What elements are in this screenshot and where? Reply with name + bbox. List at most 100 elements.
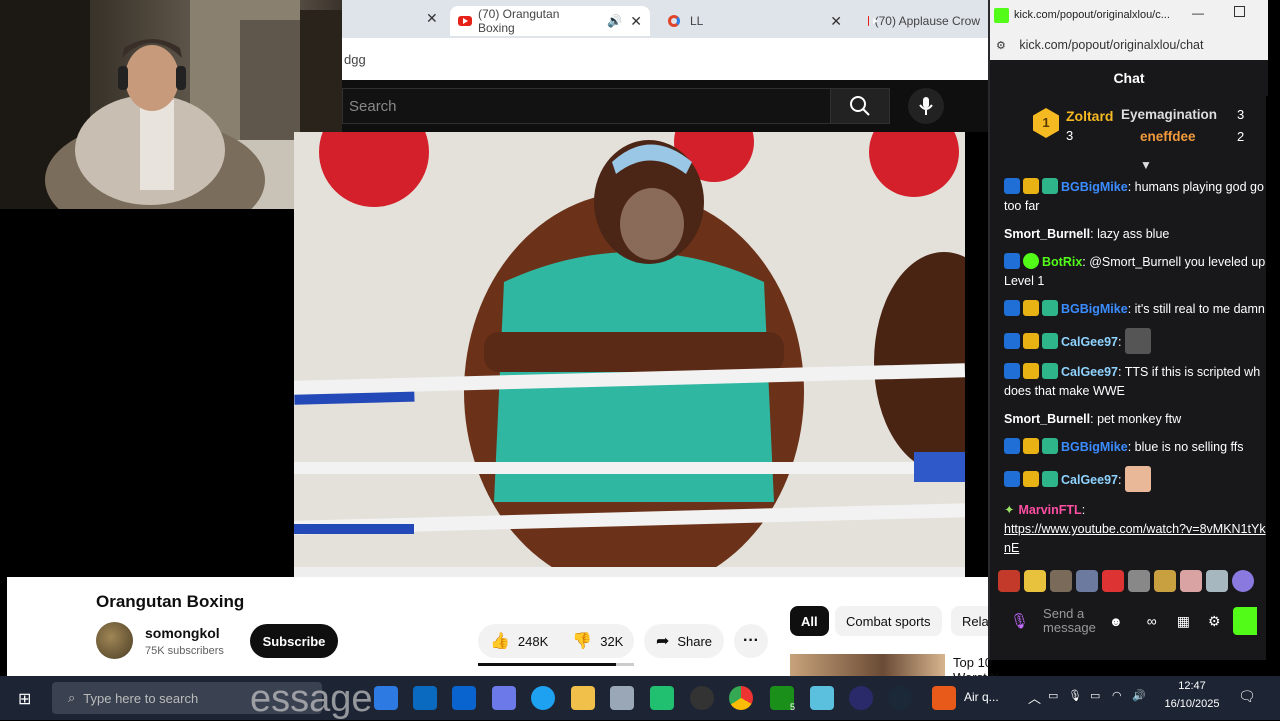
chat-message: Smort_Burnell: lazy ass blue [1004,225,1268,244]
chat-username[interactable]: BGBigMike [1061,440,1128,454]
taskbar-app-icon[interactable] [610,686,634,710]
chat-username[interactable]: CalGee97 [1061,365,1118,379]
chip-related[interactable]: Rela [951,606,988,636]
taskbar-app-icon[interactable] [849,686,873,710]
chat-username[interactable]: CalGee97 [1061,335,1118,349]
emote[interactable] [1128,570,1150,592]
maximize-icon[interactable] [1234,6,1245,17]
chevron-up-icon[interactable]: ︿ [1028,688,1041,707]
infinity-icon[interactable]: ∞ [1147,613,1157,629]
chat-message: Smort_Burnell: pet monkey ftw [1004,410,1268,429]
obs-icon[interactable] [690,686,714,710]
windows-start-icon[interactable]: ⊞ [18,689,31,709]
network-icon[interactable]: ▭ [1048,689,1058,702]
file-explorer-icon[interactable] [571,686,595,710]
store-icon[interactable] [413,686,437,710]
speaker-icon[interactable]: 🔊 [607,14,622,28]
teams-icon[interactable] [492,686,516,710]
chat-username[interactable]: Smort_Burnell [1004,412,1090,426]
share-button[interactable]: ➦ Share [644,624,724,658]
thumbs-down-icon: 👎 [572,633,593,650]
dislike-count: 32K [600,633,624,649]
chat-message: CalGee97: [1004,466,1268,492]
send-button[interactable] [1232,607,1257,635]
taskbar-app-icon[interactable] [932,686,956,710]
microphone-icon[interactable]: 🎙 [1068,689,1082,702]
steam-icon[interactable] [888,686,912,710]
emote[interactable] [1050,570,1072,592]
send-message-input[interactable]: Send a message [1043,607,1103,635]
chat-username[interactable]: BGBigMike [1061,180,1128,194]
chat-username[interactable]: BotRix [1042,255,1082,269]
chrome-icon[interactable] [729,686,753,710]
leader-name[interactable]: Eyemagination [1121,107,1217,122]
emote[interactable] [1102,570,1124,592]
emoji-icon[interactable]: ☻ [1109,614,1123,629]
emote[interactable] [1206,570,1228,592]
leader-name[interactable]: Zoltard [1066,108,1113,124]
emote[interactable] [1076,570,1098,592]
chat-text: : pet monkey ftw [1090,412,1182,426]
filter-icon[interactable]: ▼ [1140,158,1152,172]
leader-count: 2 [1237,129,1245,144]
search-button[interactable] [830,88,890,124]
emote[interactable] [1232,570,1254,592]
notifications-icon[interactable]: 🗨 [1238,688,1256,705]
taskbar-app-icon[interactable] [810,686,834,710]
clock-time[interactable]: 12:47 [1160,680,1224,692]
tab-ll[interactable]: LL ✕ [660,6,850,36]
site-settings-icon[interactable]: ⚙ [996,40,1006,52]
gear-icon[interactable]: ⚙ [1208,613,1221,630]
emote-bar [998,570,1266,596]
weather-label[interactable]: Air q... [964,690,999,704]
chat-emote [1124,328,1151,354]
clock-date[interactable]: 16/10/2025 [1160,698,1224,710]
more-actions-button[interactable]: ··· [734,624,768,658]
video-player[interactable] [294,132,965,577]
chip-all[interactable]: All [790,606,829,636]
leader-name[interactable]: eneffdee [1140,129,1196,144]
chat-username[interactable]: BGBigMike [1061,302,1128,316]
volume-icon[interactable]: 🔊 [1132,689,1146,702]
wifi-icon[interactable]: ◠ [1112,689,1122,702]
tab-orangutan-boxing[interactable]: (70) Orangutan Boxing 🔊 ✕ [450,6,650,36]
chat-username[interactable]: Smort_Burnell [1004,227,1090,241]
subscribe-button[interactable]: Subscribe [250,624,338,658]
related-video-thumbnail[interactable] [790,654,945,676]
chat-text: : [1081,503,1086,517]
close-tab-icon[interactable]: ✕ [426,10,438,27]
taskbar-app-icon[interactable] [374,686,398,710]
edge-icon[interactable] [531,686,555,710]
chat-username[interactable]: CalGee97 [1061,473,1118,487]
channel-name[interactable]: somongkol [145,625,220,641]
minimize-icon[interactable]: — [1192,6,1204,20]
search-icon: ⌕ [68,690,76,705]
sparkle-badge-icon: ✦ [1004,503,1015,517]
popout-url-bar[interactable]: ⚙ kick.com/popout/originalxlou/chat [990,30,1268,60]
emote[interactable] [998,570,1020,592]
like-button[interactable]: 👍 248K [478,624,560,658]
outlook-icon[interactable] [452,686,476,710]
emote[interactable] [1180,570,1202,592]
chat-link[interactable]: https://www.youtube.com/watch?v=8vMKN1tY… [1004,522,1266,555]
close-tab-icon[interactable]: ✕ [830,13,842,30]
taskbar-app-icon[interactable] [650,686,674,710]
chat-message: ✦ MarvinFTL: https://www.youtube.com/watch… [1004,501,1268,558]
microphone-icon[interactable]: 🎙 [1010,612,1029,630]
chat-text: : blue is no selling ffs [1127,440,1244,454]
address-bar[interactable]: dgg [342,38,988,80]
chip-combat-sports[interactable]: Combat sports [835,606,942,636]
video-title: Orangutan Boxing [96,592,245,611]
dislike-button[interactable]: 👎 32K [560,624,635,658]
emote[interactable] [1154,570,1176,592]
emote[interactable] [1024,570,1046,592]
search-input[interactable]: Search [342,88,830,124]
like-count: 248K [517,633,549,649]
tab-applause-crow[interactable]: (70) Applause Crow [860,6,988,36]
chat-username[interactable]: MarvinFTL [1018,503,1081,517]
voice-search-button[interactable] [908,88,944,124]
close-tab-icon[interactable]: ✕ [630,13,642,30]
store-icon[interactable]: ▦ [1177,613,1190,630]
battery-icon[interactable]: ▭ [1090,689,1100,702]
channel-avatar[interactable] [96,622,133,659]
